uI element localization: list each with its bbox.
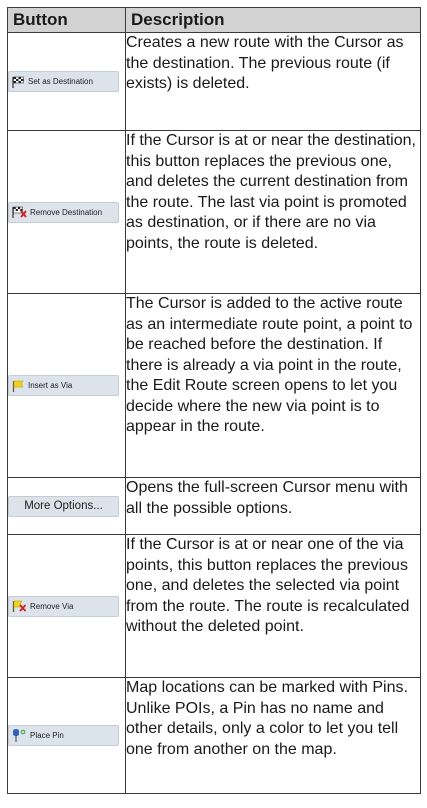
description-cell: Map locations can be marked with Pins. U… bbox=[125, 677, 421, 794]
set-as-destination-button[interactable]: Set as Destination bbox=[8, 71, 119, 92]
table-row: Remove Via If the Cursor is at or near o… bbox=[7, 534, 421, 678]
table-header-row: Button Description bbox=[7, 7, 421, 33]
header-button: Button bbox=[7, 7, 126, 33]
button-label: More Options... bbox=[24, 500, 103, 512]
description-cell: If the Cursor is at or near one of the v… bbox=[125, 534, 421, 678]
description-cell: If the Cursor is at or near the destinat… bbox=[125, 130, 421, 294]
remove-flag-icon bbox=[12, 206, 27, 218]
table-row: Set as Destination Creates a new route w… bbox=[7, 32, 421, 131]
yellow-flag-icon bbox=[12, 380, 24, 392]
remove-via-button[interactable]: Remove Via bbox=[8, 595, 119, 617]
table-row: More Options... Opens the full-screen Cu… bbox=[7, 477, 421, 535]
description-cell: Creates a new route with the Cursor as t… bbox=[125, 32, 421, 131]
description-cell: Opens the full-screen Cursor menu with a… bbox=[125, 477, 421, 535]
table-row: Insert as Via The Cursor is added to the… bbox=[7, 293, 421, 478]
place-pin-button[interactable]: Place Pin bbox=[8, 725, 119, 746]
remove-via-flag-icon bbox=[12, 600, 27, 612]
button-label: Place Pin bbox=[30, 731, 64, 740]
button-label: Remove Destination bbox=[30, 207, 103, 217]
header-description: Description bbox=[125, 7, 421, 33]
button-label: Remove Via bbox=[30, 601, 74, 611]
more-options-button[interactable]: More Options... bbox=[8, 495, 119, 517]
button-description-table: Button Description Set as Destination Cr… bbox=[7, 7, 421, 794]
remove-destination-button[interactable]: Remove Destination bbox=[8, 201, 119, 223]
description-cell: The Cursor is added to the active route … bbox=[125, 293, 421, 478]
checkered-flag-icon bbox=[12, 76, 24, 88]
insert-as-via-button[interactable]: Insert as Via bbox=[8, 375, 119, 396]
table-row: Remove Destination If the Cursor is at o… bbox=[7, 130, 421, 294]
button-label: Insert as Via bbox=[28, 381, 73, 390]
button-label: Set as Destination bbox=[28, 77, 93, 86]
pin-icon bbox=[13, 729, 26, 742]
table-row: Place Pin Map locations can be marked wi… bbox=[7, 677, 421, 794]
